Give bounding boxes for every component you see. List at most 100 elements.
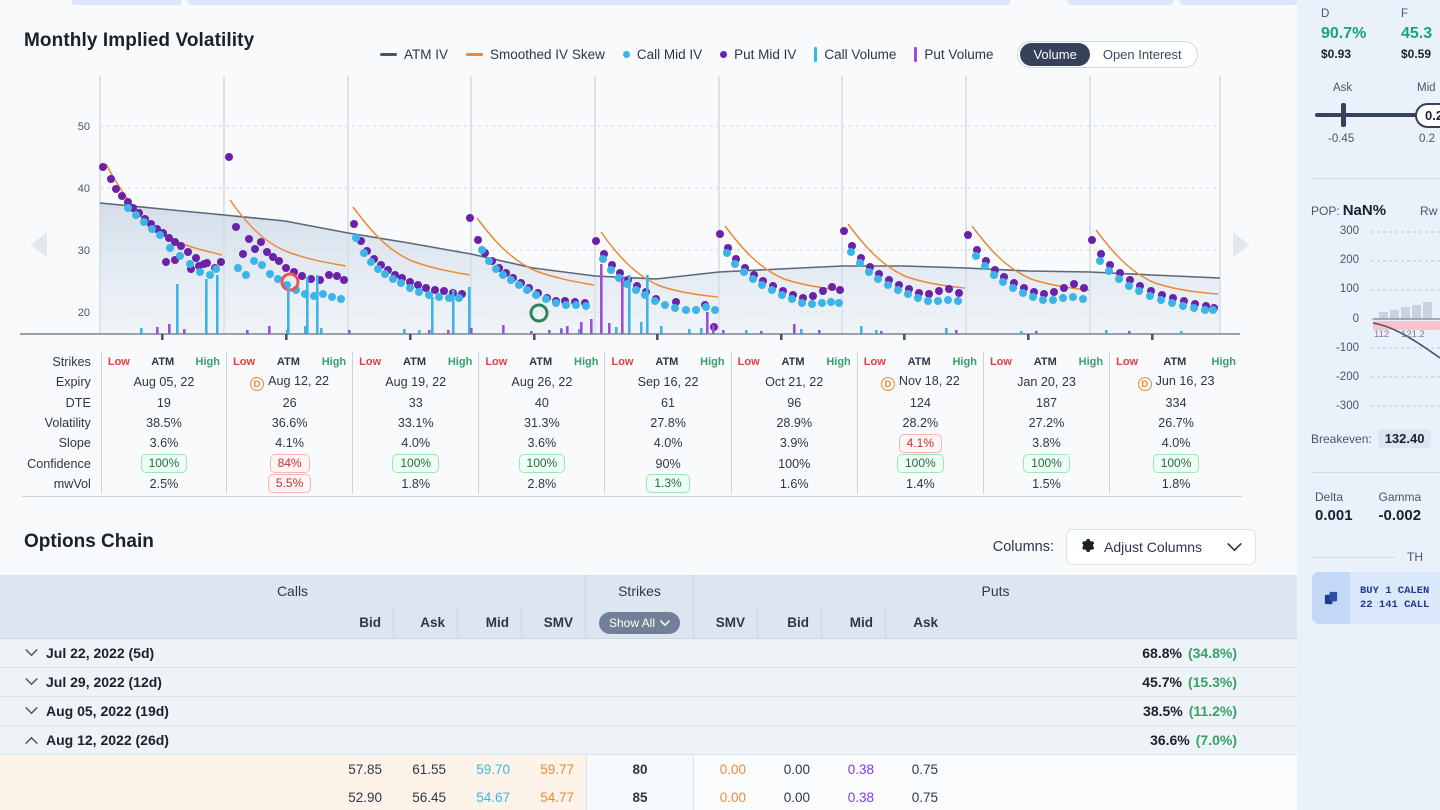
expiry-col-8-confidence[interactable]: 100% [1109, 453, 1242, 474]
expiry-col-8-volatility[interactable]: 26.7% [1109, 412, 1242, 434]
expiry-col-4-volatility[interactable]: 27.8% [604, 412, 732, 434]
expiry-col-2-expiry[interactable]: Aug 19, 22 [352, 372, 479, 393]
expiry-col-5-confidence[interactable]: 100% [730, 453, 858, 474]
legend-item-atm-iv[interactable]: ATM IV [380, 47, 448, 62]
cell-put-mid[interactable]: 0.38 [822, 783, 886, 810]
expiry-col-7-dte[interactable]: 187 [982, 392, 1110, 413]
options-chain-strike-row[interactable]: 57.85 61.55 59.70 59.77 80 0.00 0.00 0.38 0.75 [0, 755, 1297, 783]
cell-call-bid[interactable]: 52.90 [330, 783, 394, 810]
iv-scatter-plot[interactable]: 20 30 40 50 [0, 72, 1297, 352]
expiry-col-3-confidence[interactable]: 100% [478, 453, 605, 474]
col-call-bid[interactable]: Bid [330, 607, 394, 638]
expiry-col-7-mwvol[interactable]: 1.5% [982, 473, 1110, 495]
expiry-col-2-volatility[interactable]: 33.1% [352, 412, 479, 434]
call-spacer[interactable] [0, 755, 330, 783]
expiry-col-2-mwvol[interactable]: 1.8% [352, 473, 479, 495]
cell-put-smv[interactable]: 0.00 [694, 755, 758, 783]
col-put-ask[interactable]: Ask [886, 607, 950, 638]
expiry-col-0-dte[interactable]: 19 [100, 392, 227, 413]
cell-strike[interactable]: 80 [586, 755, 694, 783]
expiry-col-0-confidence[interactable]: 100% [100, 453, 227, 474]
expiry-col-0-expiry[interactable]: Aug 05, 22 [100, 372, 227, 393]
call-spacer[interactable] [0, 783, 330, 810]
chart-prev-arrow-icon[interactable] [31, 232, 47, 258]
expiry-col-7-confidence[interactable]: 100% [982, 453, 1110, 474]
expiry-col-6-mwvol[interactable]: 1.4% [856, 473, 984, 495]
volume-open-interest-toggle[interactable]: Volume Open Interest [1017, 40, 1198, 68]
chevron-up-icon[interactable] [22, 733, 40, 747]
order-ticket-button[interactable]: BUY 1 CALEN 22 141 CALL [1312, 572, 1440, 624]
col-call-mid[interactable]: Mid [458, 607, 522, 638]
expiry-col-6-slope[interactable]: 4.1% [856, 433, 984, 454]
expiry-col-3-slope[interactable]: 3.6% [478, 433, 605, 454]
expiry-col-0-strikes[interactable]: Low ATM High [100, 352, 227, 373]
legend-item-call-volume[interactable]: Call Volume [814, 46, 896, 62]
options-chain-expiry-row[interactable]: Aug 12, 2022 (26d) 36.6% (7.0%) [0, 726, 1297, 755]
expiry-col-1-volatility[interactable]: 36.6% [225, 412, 353, 434]
expiry-col-4-mwvol[interactable]: 1.3% [604, 473, 732, 495]
expiry-col-1-dte[interactable]: 26 [225, 392, 353, 413]
expiry-col-3-expiry[interactable]: Aug 26, 22 [478, 372, 605, 393]
cell-put-smv[interactable]: 0.00 [694, 783, 758, 810]
cell-call-smv[interactable]: 54.77 [522, 783, 586, 810]
show-all-strikes-dropdown[interactable]: Show All [586, 607, 694, 638]
expiry-col-2-confidence[interactable]: 100% [352, 453, 479, 474]
expiry-col-5-volatility[interactable]: 28.9% [730, 412, 858, 434]
expiry-col-8-dte[interactable]: 334 [1109, 392, 1242, 413]
cell-put-bid[interactable]: 0.00 [758, 783, 822, 810]
price-slider-handle-left[interactable] [1341, 103, 1346, 127]
expiry-col-5-expiry[interactable]: Oct 21, 22 [730, 372, 858, 393]
expiry-col-4-strikes[interactable]: Low ATM High [604, 352, 732, 373]
expiry-col-5-slope[interactable]: 3.9% [730, 433, 858, 454]
expiry-col-7-expiry[interactable]: Jan 20, 23 [982, 372, 1110, 393]
expiry-col-2-slope[interactable]: 4.0% [352, 433, 479, 454]
expiry-col-6-expiry[interactable]: D Nov 18, 22 [856, 372, 984, 393]
expiry-col-4-dte[interactable]: 61 [604, 392, 732, 413]
expiry-col-6-confidence[interactable]: 100% [856, 453, 984, 474]
cell-put-bid[interactable]: 0.00 [758, 755, 822, 783]
cell-put-ask[interactable]: 0.75 [886, 755, 950, 783]
expiry-col-7-strikes[interactable]: Low ATM High [982, 352, 1110, 373]
cell-call-mid[interactable]: 54.67 [458, 783, 522, 810]
cell-strike[interactable]: 85 [586, 783, 694, 810]
expiry-col-8-mwvol[interactable]: 1.8% [1109, 473, 1242, 495]
expiry-col-0-mwvol[interactable]: 2.5% [100, 473, 227, 495]
expiry-col-5-dte[interactable]: 96 [730, 392, 858, 413]
expiry-col-8-expiry[interactable]: D Jun 16, 23 [1109, 372, 1242, 393]
expiry-col-3-volatility[interactable]: 31.3% [478, 412, 605, 434]
legend-item-call-mid-iv[interactable]: Call Mid IV [622, 47, 702, 62]
expiry-col-3-dte[interactable]: 40 [478, 392, 605, 413]
put-spacer[interactable] [950, 755, 1297, 783]
expiry-col-1-slope[interactable]: 4.1% [225, 433, 353, 454]
adjust-columns-button[interactable]: Adjust Columns [1066, 529, 1256, 565]
cell-call-ask[interactable]: 61.55 [394, 755, 458, 783]
expiry-col-3-mwvol[interactable]: 2.8% [478, 473, 605, 495]
expiry-col-4-slope[interactable]: 4.0% [604, 433, 732, 454]
col-put-mid[interactable]: Mid [822, 607, 886, 638]
options-chain-expiry-row[interactable]: Jul 29, 2022 (12d) 45.7% (15.3%) [0, 668, 1297, 697]
chevron-down-icon[interactable] [22, 646, 40, 660]
legend-item-smoothed-iv-skew[interactable]: Smoothed IV Skew [466, 47, 605, 62]
options-chain-expiry-row[interactable]: Jul 22, 2022 (5d) 68.8% (34.8%) [0, 639, 1297, 668]
expiry-col-1-mwvol[interactable]: 5.5% [225, 473, 353, 495]
cell-call-bid[interactable]: 57.85 [330, 755, 394, 783]
chart-next-arrow-icon[interactable] [1233, 232, 1249, 258]
col-put-smv[interactable]: SMV [694, 607, 758, 638]
legend-item-put-volume[interactable]: Put Volume [914, 46, 993, 62]
expiry-col-8-slope[interactable]: 4.0% [1109, 433, 1242, 454]
expiry-col-6-strikes[interactable]: Low ATM High [856, 352, 984, 373]
cell-call-ask[interactable]: 56.45 [394, 783, 458, 810]
expiry-col-6-dte[interactable]: 124 [856, 392, 984, 413]
options-chain-strike-row[interactable]: 52.90 56.45 54.67 54.77 85 0.00 0.00 0.38 0.75 [0, 783, 1297, 810]
expiry-col-8-strikes[interactable]: Low ATM High [1109, 352, 1242, 373]
expiry-col-5-mwvol[interactable]: 1.6% [730, 473, 858, 495]
expiry-col-1-expiry[interactable]: D Aug 12, 22 [225, 372, 353, 393]
expiry-col-4-confidence[interactable]: 90% [604, 453, 732, 474]
toggle-option-volume[interactable]: Volume [1020, 42, 1090, 66]
cell-call-smv[interactable]: 59.77 [522, 755, 586, 783]
expiry-col-3-strikes[interactable]: Low ATM High [478, 352, 605, 373]
col-put-bid[interactable]: Bid [758, 607, 822, 638]
cell-put-ask[interactable]: 0.75 [886, 783, 950, 810]
cell-call-mid[interactable]: 59.70 [458, 755, 522, 783]
options-chain-expiry-row[interactable]: Aug 05, 2022 (19d) 38.5% (11.2%) [0, 697, 1297, 726]
